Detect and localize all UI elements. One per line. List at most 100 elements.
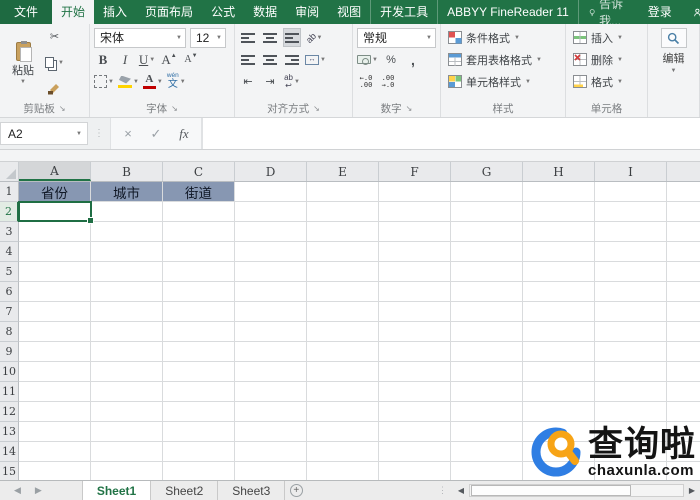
cell-A9[interactable]: [19, 342, 91, 362]
cell-G15[interactable]: [451, 462, 523, 480]
format-painter-button[interactable]: [45, 79, 64, 98]
cell-H9[interactable]: [523, 342, 595, 362]
cancel-button[interactable]: ×: [115, 126, 141, 141]
cell-E2[interactable]: [307, 202, 379, 222]
cell-D4[interactable]: [235, 242, 307, 262]
underline-button[interactable]: U▼: [138, 50, 156, 69]
comma-style-button[interactable]: ,: [404, 50, 422, 69]
row-header-6[interactable]: 6: [0, 282, 19, 302]
cell-styles-button[interactable]: 单元格样式▼: [448, 71, 561, 92]
name-box-dropdown-arrow[interactable]: ▼: [76, 131, 87, 137]
cell-D9[interactable]: [235, 342, 307, 362]
row-header-2[interactable]: 2: [0, 202, 19, 222]
row-header-1[interactable]: 1: [0, 182, 19, 202]
cell-C3[interactable]: [163, 222, 235, 242]
sheet-tab-Sheet2[interactable]: Sheet2: [151, 481, 218, 500]
cell-E12[interactable]: [307, 402, 379, 422]
cell-H5[interactable]: [523, 262, 595, 282]
tab-开始[interactable]: 开始: [52, 0, 94, 24]
cell-A11[interactable]: [19, 382, 91, 402]
cell-B8[interactable]: [91, 322, 163, 342]
cell-D13[interactable]: [235, 422, 307, 442]
cell-I12[interactable]: [595, 402, 667, 422]
cell-E4[interactable]: [307, 242, 379, 262]
row-header-14[interactable]: 14: [0, 442, 19, 462]
increase-indent-button[interactable]: ⇥: [261, 72, 279, 91]
tab-scrollbar-splitter[interactable]: ⋮: [430, 481, 455, 500]
column-header-B[interactable]: B: [91, 162, 163, 181]
scrollbar-thumb[interactable]: [471, 485, 631, 496]
cell-D7[interactable]: [235, 302, 307, 322]
cell-A10[interactable]: [19, 362, 91, 382]
fill-color-button[interactable]: ▼: [118, 72, 139, 91]
name-box[interactable]: A2▼: [0, 122, 88, 145]
cell-G13[interactable]: [451, 422, 523, 442]
column-header-H[interactable]: H: [523, 162, 595, 181]
cell-H12[interactable]: [523, 402, 595, 422]
cell-D3[interactable]: [235, 222, 307, 242]
tab-视图[interactable]: 视图: [328, 0, 370, 24]
clipboard-dialog-launcher[interactable]: ↘: [59, 104, 66, 113]
cell-E11[interactable]: [307, 382, 379, 402]
cell-H11[interactable]: [523, 382, 595, 402]
font-size-combo[interactable]: 12▼: [190, 28, 226, 48]
tab-开发工具[interactable]: 开发工具: [370, 0, 437, 24]
cell-F14[interactable]: [379, 442, 451, 462]
row-header-7[interactable]: 7: [0, 302, 19, 322]
cell-F5[interactable]: [379, 262, 451, 282]
cell-C14[interactable]: [163, 442, 235, 462]
align-top-button[interactable]: [239, 28, 257, 47]
cell-F15[interactable]: [379, 462, 451, 480]
cell-C11[interactable]: [163, 382, 235, 402]
cell-A6[interactable]: [19, 282, 91, 302]
cell-I7[interactable]: [595, 302, 667, 322]
cell-I6[interactable]: [595, 282, 667, 302]
cell-A7[interactable]: [19, 302, 91, 322]
cell-B9[interactable]: [91, 342, 163, 362]
cell-B2[interactable]: [91, 202, 163, 222]
increase-font-button[interactable]: A▲: [160, 50, 178, 69]
cell-D14[interactable]: [235, 442, 307, 462]
cell-partial-1[interactable]: [667, 182, 700, 202]
tab-ABBYY FineReader 11[interactable]: ABBYY FineReader 11: [437, 0, 578, 24]
cell-A14[interactable]: [19, 442, 91, 462]
cell-D11[interactable]: [235, 382, 307, 402]
cell-G7[interactable]: [451, 302, 523, 322]
cell-B3[interactable]: [91, 222, 163, 242]
cell-partial-5[interactable]: [667, 262, 700, 282]
editing-expand-button[interactable]: [661, 28, 687, 48]
cell-F3[interactable]: [379, 222, 451, 242]
column-header-F[interactable]: F: [379, 162, 451, 181]
cell-C15[interactable]: [163, 462, 235, 480]
cell-G6[interactable]: [451, 282, 523, 302]
column-header-D[interactable]: D: [235, 162, 307, 181]
tab-审阅[interactable]: 审阅: [286, 0, 328, 24]
sheet-tab-Sheet3[interactable]: Sheet3: [218, 481, 285, 500]
row-header-15[interactable]: 15: [0, 462, 19, 480]
cell-G14[interactable]: [451, 442, 523, 462]
row-header-10[interactable]: 10: [0, 362, 19, 382]
cell-D12[interactable]: [235, 402, 307, 422]
column-header-E[interactable]: E: [307, 162, 379, 181]
scrollbar-track[interactable]: [469, 484, 684, 497]
cell-A4[interactable]: [19, 242, 91, 262]
cell-D6[interactable]: [235, 282, 307, 302]
cell-E13[interactable]: [307, 422, 379, 442]
cell-H4[interactable]: [523, 242, 595, 262]
enter-button[interactable]: ✓: [143, 126, 169, 142]
borders-button[interactable]: ▼: [94, 72, 114, 91]
cell-A13[interactable]: [19, 422, 91, 442]
cell-partial-6[interactable]: [667, 282, 700, 302]
sign-in-button[interactable]: 登录: [636, 0, 684, 24]
tab-页面布局[interactable]: 页面布局: [136, 0, 202, 24]
cell-I3[interactable]: [595, 222, 667, 242]
sheet-nav-prev-icon[interactable]: ◀: [14, 485, 21, 496]
cell-partial-7[interactable]: [667, 302, 700, 322]
sheet-tab-Sheet1[interactable]: Sheet1: [82, 481, 151, 500]
cell-G9[interactable]: [451, 342, 523, 362]
cell-E7[interactable]: [307, 302, 379, 322]
cell-F7[interactable]: [379, 302, 451, 322]
row-header-12[interactable]: 12: [0, 402, 19, 422]
scroll-right-icon[interactable]: ▶: [686, 486, 698, 495]
cell-F8[interactable]: [379, 322, 451, 342]
